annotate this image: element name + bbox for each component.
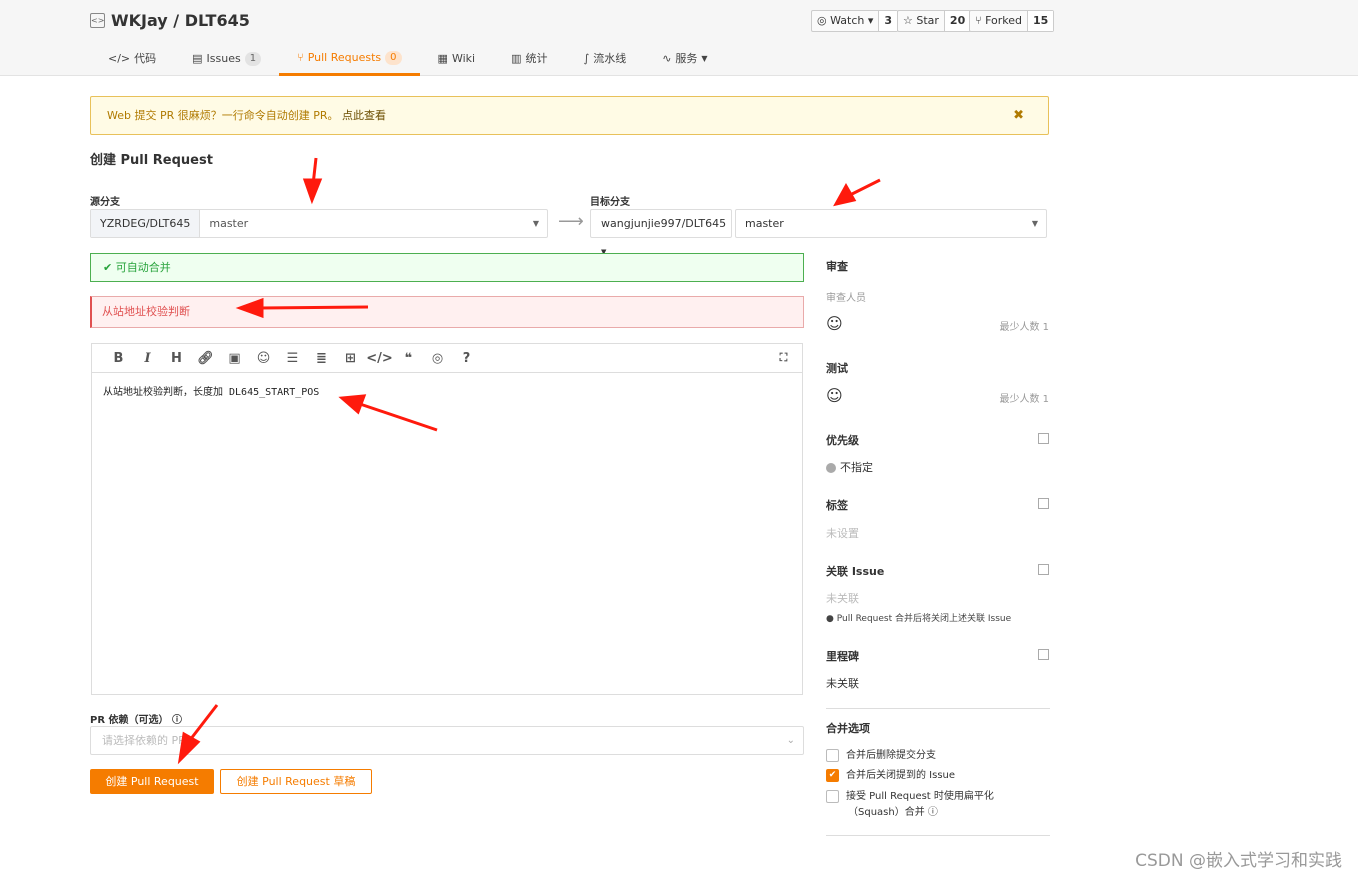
annotation-arrow [259,305,369,310]
annotation-arrows [177,157,881,765]
annotation-arrow [849,178,881,197]
annotation-arrow [359,402,438,432]
annotation-arrowhead [338,394,367,415]
annotation-arrowhead [235,297,264,319]
annotation-arrow [188,704,219,741]
annotation-arrowhead [833,182,857,207]
annotation-arrowhead [302,178,323,205]
annotation-arrowhead [177,731,201,765]
